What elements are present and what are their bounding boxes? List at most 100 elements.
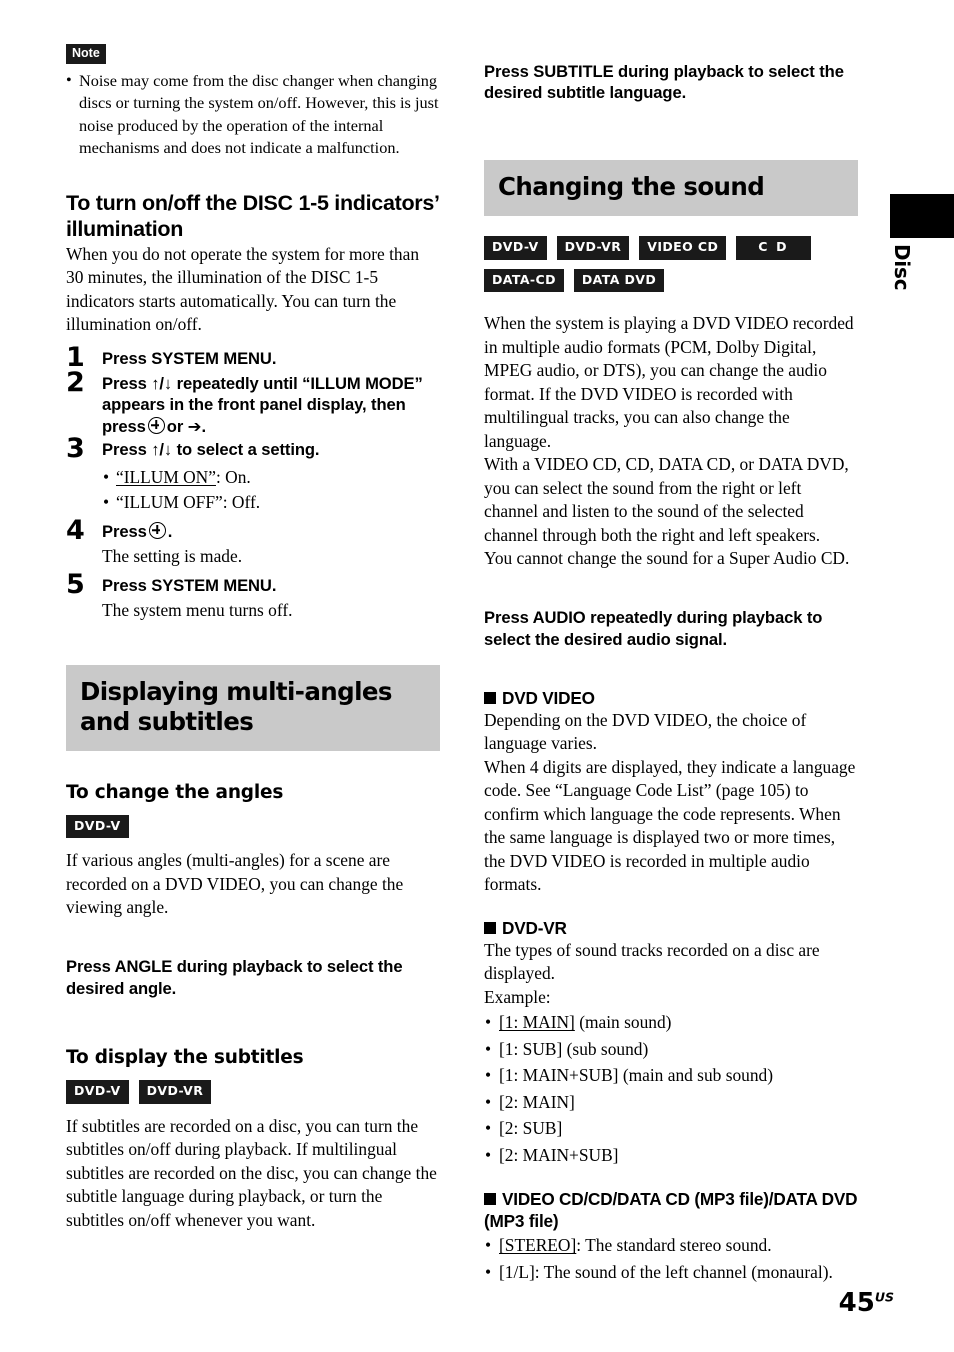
disc-badge-data-dvd: DATA DVD [573,268,665,293]
disc-badge-dvd-v: DVD-V [484,236,547,260]
right-column: Press SUBTITLE during playback to select… [484,44,858,1285]
list-item: [1: MAIN] (main sound) [484,1009,858,1036]
angles-badge-row: DVD-V [66,814,440,839]
subsection-dvd-vr: DVD-VR The types of sound tracks recorde… [484,917,858,1169]
page-region-suffix: US [874,1289,894,1305]
sound-paragraph-1: When the system is playing a DVD VIDEO r… [484,313,854,451]
square-bullet-icon [484,921,496,934]
step-bullet: “ILLUM ON”: On. [102,465,440,490]
section-banner-changing-sound: Changing the sound [484,160,858,217]
angles-heading: To change the angles [66,781,284,803]
step-3: 3 Press ↑/↓ to select a setting. “ILLUM … [66,435,440,515]
subtitles-heading: To display the subtitles [66,1047,304,1069]
step-instruction: Press SYSTEM MENU. [102,575,277,595]
step-instruction-after: . [167,521,173,541]
subsection-video-cd-cd-data-cd: VIDEO CD/CD/DATA CD (MP3 file)/DATA DVD … [484,1188,858,1285]
square-bullet-icon [484,1193,496,1206]
page-number-value: 45 [838,1288,875,1318]
dvd-vr-bullet-list: [1: MAIN] (main sound) [1: SUB] (sub sou… [484,1009,858,1168]
step-bullet-rest: : On. [215,466,251,487]
step-sub-text: The system menu turns off. [102,600,293,621]
bullet-rest: [2: MAIN+SUB] [499,1144,619,1165]
subtitles-badge-row: DVD-V DVD-VR [66,1080,440,1104]
list-item: [1/L]: The sound of the left channel (mo… [484,1259,858,1286]
disc-badge-cd: C D [736,236,811,260]
step-5: 5 Press SYSTEM MENU. The system menu tur… [66,571,440,623]
subsection-dvd-video: DVD VIDEO Depending on the DVD VIDEO, th… [484,687,858,897]
square-bullet-icon [484,691,496,704]
sound-badge-row: DVD-V DVD-VR VIDEO CD C D DATA-CD DATA D… [484,236,844,293]
manual-page: Note Noise may come from the disc change… [0,0,954,1352]
step-instruction: Press. [102,521,440,543]
thumb-tab-label: Disc [890,244,914,291]
section-title: Displaying multi-angles and subtitles [80,676,392,736]
note-item: Noise may come from the disc changer whe… [66,68,440,160]
enter-button-icon [147,416,165,434]
subsection-heading-text: DVD-VR [502,917,567,938]
step-instruction: Press SYSTEM MENU. [102,348,277,368]
bullet-rest: [1: MAIN+SUB] (main and sub sound) [499,1065,774,1086]
step-1: 1 Press SYSTEM MENU. [66,344,440,371]
subsection-heading: VIDEO CD/CD/DATA CD (MP3 file)/DATA DVD … [484,1188,858,1232]
subsection-paragraph: When 4 digits are displayed, they indica… [484,756,856,895]
bullet-rest: : The standard stereo sound. [576,1235,772,1256]
list-item: [2: MAIN] [484,1089,858,1116]
note-tag: Note [66,44,106,64]
step-bullet-list: “ILLUM ON”: On. “ILLUM OFF”: Off. [102,465,440,515]
list-item: [1: MAIN+SUB] (main and sub sound) [484,1062,858,1089]
subsection-heading-text: VIDEO CD/CD/DATA CD (MP3 file)/DATA DVD … [484,1189,858,1232]
bullet-rest: [1: SUB] (sub sound) [499,1038,649,1059]
subtitle-instruction: Press SUBTITLE during playback to select… [484,61,844,103]
subtitles-body: If subtitles are recorded on a disc, you… [66,1115,437,1230]
illumination-steps: 1 Press SYSTEM MENU. 2 Press ↑/↓ repeate… [66,344,440,623]
step-number: 5 [66,568,85,600]
bullet-underlined: [STEREO] [499,1235,577,1256]
bullet-rest: (main sound) [574,1012,672,1033]
sound-paragraph-2: With a VIDEO CD, CD, DATA CD, or DATA DV… [484,454,849,545]
page-number: 45US [839,1290,894,1316]
disc-badge-video-cd: VIDEO CD [639,236,727,260]
section-title: Changing the sound [498,172,765,202]
subsection-heading: DVD VIDEO [484,687,858,709]
step-instruction: Press ↑/↓ to select a setting. [102,440,320,460]
step-4: 4 Press. The setting is made. [66,517,440,569]
step-number: 2 [66,366,85,398]
step-instruction: Press ↑/↓ repeatedly until “ILLUM MODE” … [102,373,440,438]
sound-paragraph-3: You cannot change the sound for a Super … [484,548,850,569]
section-banner-multiangles: Displaying multi-angles and subtitles [66,664,440,751]
bullet-underlined: [1: MAIN] [499,1012,575,1033]
enter-button-icon [148,521,166,539]
step-bullet-underlined: “ILLUM ON” [116,466,216,487]
bullet-rest: [2: MAIN] [499,1091,575,1112]
illumination-intro: When you do not operate the system for m… [66,243,420,335]
note-list: Noise may come from the disc changer whe… [66,68,440,160]
angles-instruction: Press ANGLE during playback to select th… [66,957,403,998]
step-number: 3 [66,433,85,465]
subsection-paragraph: Depending on the DVD VIDEO, the choice o… [484,709,807,754]
subsection-heading-text: DVD VIDEO [502,687,595,708]
step-bullet: “ILLUM OFF”: Off. [102,490,440,515]
subsection-heading: DVD-VR [484,917,858,939]
step-2: 2 Press ↑/↓ repeatedly until “ILLUM MODE… [66,369,440,438]
step-number: 4 [66,514,85,546]
list-item: [2: MAIN+SUB] [484,1142,858,1169]
disc-badge-dvd-vr: DVD-VR [138,1080,212,1104]
thumb-tab-marker [890,194,954,238]
disc-badge-dvd-vr: DVD-VR [556,236,630,260]
step-instruction-before: Press [102,521,147,541]
list-item: [2: SUB] [484,1115,858,1142]
disc-badge-dvd-v: DVD-V [66,1080,129,1104]
audio-instruction: Press AUDIO repeatedly during playback t… [484,608,823,649]
disc-badge-data-cd: DATA-CD [484,268,564,293]
illumination-heading: To turn on/off the DISC 1-5 indicators’ … [66,190,439,242]
subsection-paragraph: The types of sound tracks recorded on a … [484,939,820,984]
step-instruction-after: or ➔. [166,416,206,436]
note-block: Note Noise may come from the disc change… [66,44,440,160]
step-bullet-rest: “ILLUM OFF”: Off. [116,491,261,512]
list-item: [STEREO]: The standard stereo sound. [484,1232,858,1259]
bullet-rest: [2: SUB] [499,1118,563,1139]
angles-body: If various angles (multi-angles) for a s… [66,850,404,918]
step-sub-text: The setting is made. [102,546,243,567]
bullet-rest: [1/L]: The sound of the left channel (mo… [499,1261,833,1282]
disc-badge-dvd-v: DVD-V [66,814,129,839]
